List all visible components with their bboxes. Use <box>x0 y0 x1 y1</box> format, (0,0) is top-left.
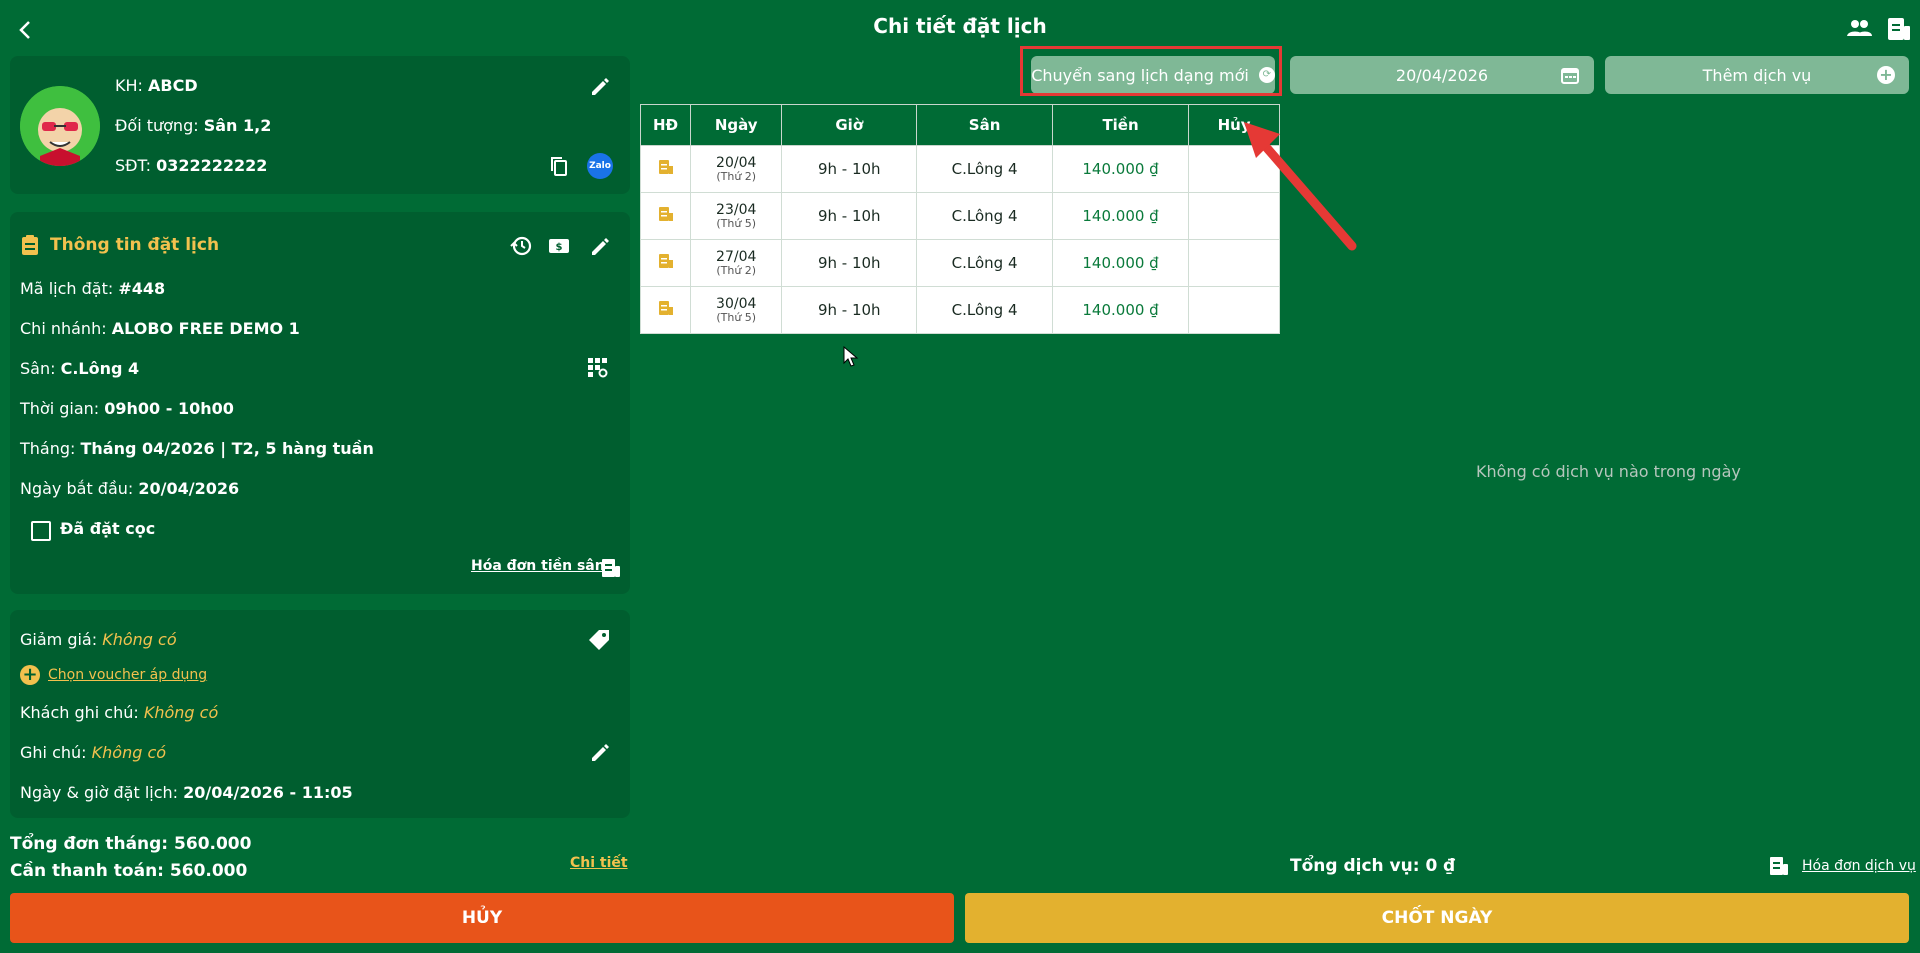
service-total: Tổng dịch vụ: 0 ₫ <box>1290 856 1456 876</box>
pencil-icon <box>592 744 609 761</box>
row-price: 140.000 ₫ <box>1051 239 1190 287</box>
row-date: 20/04 (Thứ 2) <box>690 145 783 193</box>
col-court: Sân <box>916 104 1053 146</box>
row-cancel[interactable] <box>1188 286 1280 334</box>
detail-link[interactable]: Chi tiết <box>570 855 628 871</box>
zalo-button[interactable]: Zalo <box>587 153 613 179</box>
customer-card <box>10 56 630 194</box>
row-price: 140.000 ₫ <box>1051 286 1190 334</box>
row-invoice-icon[interactable] <box>639 145 692 193</box>
edit-customer-button[interactable] <box>587 73 613 99</box>
edit-note-button[interactable] <box>587 739 613 765</box>
month-total: Tổng đơn tháng: 560.000 <box>10 834 252 854</box>
table-header-row: HĐ Ngày Giờ Sân Tiền Hủy <box>639 104 1280 146</box>
history-button[interactable] <box>508 233 534 259</box>
row-court: C.Lông 4 <box>916 145 1053 193</box>
pencil-icon <box>592 238 609 255</box>
history-icon <box>510 236 532 256</box>
col-date: Ngày <box>690 104 783 146</box>
grid-search-icon <box>588 358 608 378</box>
svg-text:$: $ <box>556 242 563 253</box>
customer-phone-row: SĐT: 0322222222 <box>115 156 268 175</box>
row-price: 140.000 ₫ <box>1051 192 1190 240</box>
to-pay-total: Cần thanh toán: 560.000 <box>10 861 248 881</box>
row-date: 27/04 (Thứ 2) <box>690 239 783 287</box>
edit-booking-button[interactable] <box>587 233 613 259</box>
row-time: 9h - 10h <box>781 145 918 193</box>
cancel-button[interactable]: HỦY <box>10 893 954 943</box>
add-service-label: Thêm dịch vụ <box>1702 65 1812 85</box>
service-invoice-icon[interactable] <box>1768 855 1790 877</box>
row-date: 23/04 (Thứ 5) <box>690 192 783 240</box>
booking-section-title: Thông tin đặt lịch <box>50 235 220 255</box>
add-service-button[interactable]: Thêm dịch vụ + <box>1605 56 1909 94</box>
zalo-icon: Zalo <box>589 161 611 171</box>
choose-voucher-link[interactable]: Chọn voucher áp dụng <box>48 667 207 683</box>
customer-note-row: Khách ghi chú: Không có <box>20 703 219 722</box>
pencil-icon <box>592 78 609 95</box>
table-row: 27/04 (Thứ 2) 9h - 10h C.Lông 4 140.000 ₫ <box>639 239 1280 287</box>
table-row: 30/04 (Thứ 5) 9h - 10h C.Lông 4 140.000 ₫ <box>639 286 1280 334</box>
service-invoice-link[interactable]: Hóa đơn dịch vụ <box>1802 858 1916 874</box>
discount-tag-button[interactable] <box>586 627 612 653</box>
booked-at-row: Ngày & giờ đặt lịch: 20/04/2026 - 11:05 <box>20 783 353 802</box>
col-invoice: HĐ <box>639 104 692 146</box>
copy-phone-button[interactable] <box>546 153 572 179</box>
add-circle-icon[interactable]: + <box>20 665 40 685</box>
row-invoice-icon[interactable] <box>639 239 692 287</box>
row-time: 9h - 10h <box>781 286 918 334</box>
court-grid-button[interactable] <box>585 355 611 381</box>
invoice-list-icon[interactable] <box>1884 14 1914 44</box>
clipboard-icon <box>20 234 40 256</box>
invoice-icon[interactable] <box>600 557 622 579</box>
tag-icon <box>589 630 609 650</box>
booking-table: HĐ Ngày Giờ Sân Tiền Hủy 20/04 (Thứ 2) 9h… <box>639 104 1280 334</box>
date-picker[interactable]: 20/04/2026 <box>1290 56 1594 94</box>
customer-target-row: Đối tượng: Sân 1,2 <box>115 116 272 135</box>
mouse-cursor-icon <box>843 346 859 367</box>
copy-icon <box>551 157 567 176</box>
date-value: 20/04/2026 <box>1395 65 1489 85</box>
month-row: Tháng: Tháng 04/2026 | T2, 5 hàng tuần <box>20 439 374 458</box>
court-row: Sân: C.Lông 4 <box>20 359 140 378</box>
row-court: C.Lông 4 <box>916 239 1053 287</box>
avatar <box>20 86 100 166</box>
customers-icon[interactable] <box>1844 14 1874 44</box>
empty-service-message: Không có dịch vụ nào trong ngày <box>1476 462 1741 481</box>
booking-code-row: Mã lịch đặt: #448 <box>20 279 166 298</box>
highlight-frame <box>1020 46 1282 96</box>
page-title: Chi tiết đặt lịch <box>873 14 1047 38</box>
row-date: 30/04 (Thứ 5) <box>690 286 783 334</box>
plus-icon: + <box>1877 66 1895 84</box>
row-court: C.Lông 4 <box>916 192 1053 240</box>
branch-row: Chi nhánh: ALOBO FREE DEMO 1 <box>20 319 300 338</box>
calendar-icon <box>1560 65 1580 89</box>
row-invoice-icon[interactable] <box>639 192 692 240</box>
row-price: 140.000 ₫ <box>1051 145 1190 193</box>
deposit-label: Đã đặt cọc <box>60 519 156 538</box>
col-time: Giờ <box>781 104 918 146</box>
close-day-button[interactable]: CHỐT NGÀY <box>965 893 1909 943</box>
row-invoice-icon[interactable] <box>639 286 692 334</box>
court-invoice-link[interactable]: Hóa đơn tiền sân <box>471 558 605 574</box>
note-row: Ghi chú: Không có <box>20 743 167 762</box>
deposit-checkbox[interactable] <box>31 521 51 541</box>
customer-name-row: KH: ABCD <box>115 76 198 95</box>
row-time: 9h - 10h <box>781 192 918 240</box>
money-icon: $ <box>549 239 569 253</box>
start-date-row: Ngày bắt đầu: 20/04/2026 <box>20 479 240 498</box>
time-row: Thời gian: 09h00 - 10h00 <box>20 399 234 418</box>
table-row: 20/04 (Thứ 2) 9h - 10h C.Lông 4 140.000 ₫ <box>639 145 1280 193</box>
table-row: 23/04 (Thứ 5) 9h - 10h C.Lông 4 140.000 ₫ <box>639 192 1280 240</box>
row-court: C.Lông 4 <box>916 286 1053 334</box>
col-price: Tiền <box>1051 104 1190 146</box>
row-time: 9h - 10h <box>781 239 918 287</box>
price-tag-button[interactable]: $ <box>546 233 572 259</box>
discount-row: Giảm giá: Không có <box>20 630 177 649</box>
annotation-arrow-icon <box>1244 122 1357 251</box>
